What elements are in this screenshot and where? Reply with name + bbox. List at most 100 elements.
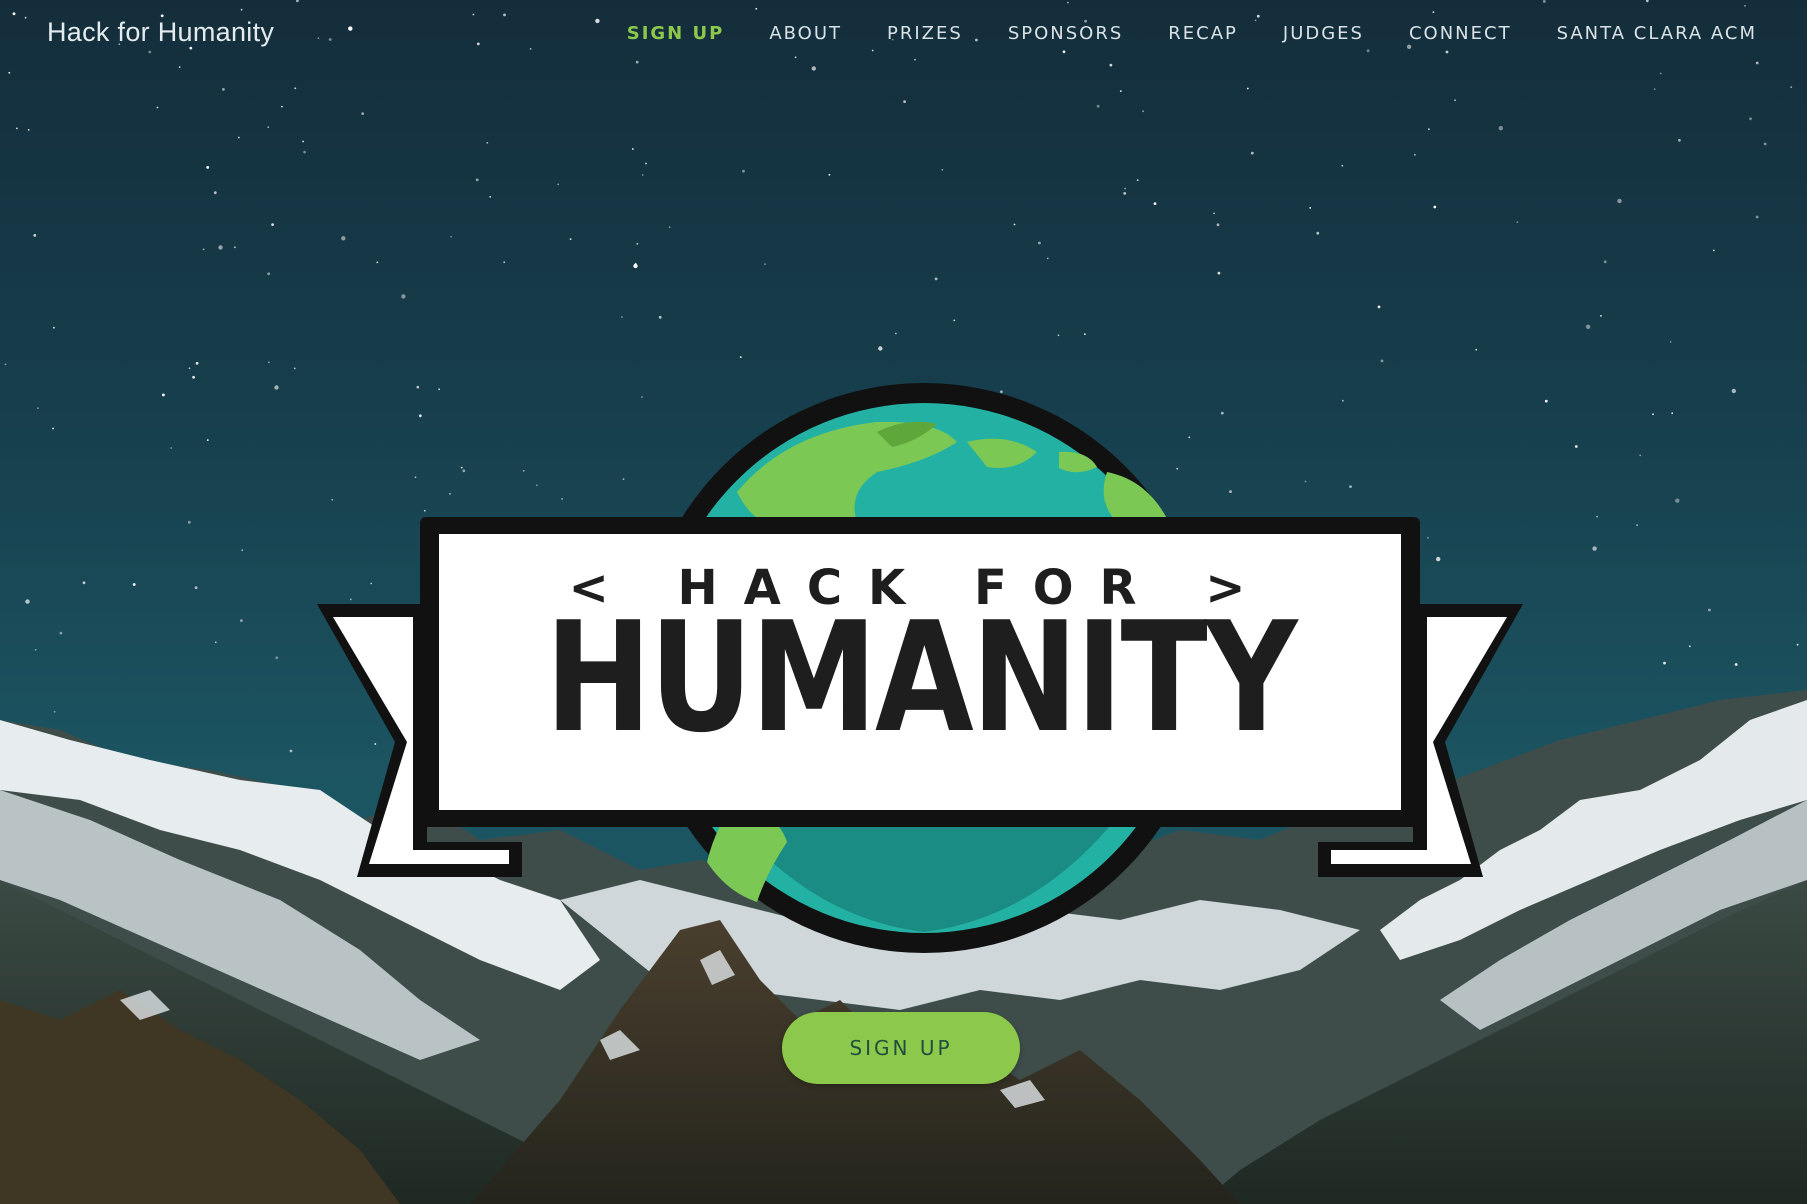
star	[668, 226, 671, 229]
star	[1544, 399, 1548, 403]
nav-item-judges[interactable]: JUDGES	[1283, 23, 1364, 44]
star	[267, 272, 271, 276]
sign-up-button[interactable]: SIGN UP	[782, 1012, 1020, 1084]
star	[271, 223, 274, 227]
star	[222, 88, 225, 91]
star	[1675, 498, 1680, 503]
star	[275, 656, 279, 660]
star	[1498, 126, 1504, 131]
star	[194, 586, 198, 590]
hero-section: Hack for Humanity SIGN UP ABOUT PRIZES S…	[0, 0, 1807, 1204]
star	[1341, 164, 1344, 167]
star	[1217, 271, 1221, 275]
star	[213, 191, 217, 195]
nav-item-santa-clara-acm[interactable]: SANTA CLARA ACM	[1557, 23, 1757, 44]
star	[1585, 324, 1591, 329]
logo-humanity-text: HUMANITY	[544, 589, 1298, 766]
top-navigation: Hack for Humanity SIGN UP ABOUT PRIZES S…	[0, 0, 1807, 74]
nav-item-recap[interactable]: RECAP	[1168, 23, 1238, 44]
star	[1669, 341, 1672, 343]
brand-logo-text[interactable]: Hack for Humanity	[47, 17, 274, 48]
star	[52, 427, 54, 430]
star	[1678, 138, 1681, 142]
nav-item-prizes[interactable]: PRIZES	[887, 23, 963, 44]
hack-for-humanity-emblem: < HACK FOR > HUMANITY	[317, 372, 1523, 972]
star	[1428, 128, 1430, 131]
star	[1057, 334, 1060, 337]
star	[1688, 645, 1691, 648]
star	[1600, 315, 1602, 317]
star	[621, 316, 623, 318]
star	[1639, 454, 1642, 457]
star	[1246, 87, 1249, 90]
nav-item-sponsors[interactable]: SPONSORS	[1008, 23, 1123, 44]
star	[1250, 151, 1254, 155]
star	[934, 277, 938, 281]
star	[1617, 198, 1622, 204]
star	[489, 196, 492, 198]
star	[1123, 192, 1127, 195]
star	[37, 407, 39, 410]
star	[641, 174, 644, 176]
star	[1596, 515, 1598, 518]
star	[1119, 90, 1122, 92]
nav-item-connect[interactable]: CONNECT	[1409, 23, 1512, 44]
star	[742, 169, 745, 173]
star	[1216, 223, 1220, 227]
star	[4, 363, 7, 366]
star	[170, 447, 173, 449]
star	[1475, 348, 1478, 351]
star	[1652, 413, 1654, 416]
nav-item-sign-up[interactable]: SIGN UP	[627, 23, 725, 44]
star	[878, 346, 883, 351]
star	[401, 294, 406, 299]
star	[240, 619, 243, 622]
star	[1796, 643, 1799, 646]
star	[1433, 205, 1437, 209]
star	[739, 356, 742, 358]
star	[218, 245, 223, 250]
star	[1142, 110, 1144, 113]
star	[1136, 179, 1139, 182]
star	[1038, 241, 1041, 245]
star	[214, 641, 217, 644]
star	[903, 100, 906, 103]
star	[237, 136, 240, 139]
star	[241, 549, 244, 552]
nav-item-about[interactable]: ABOUT	[769, 23, 842, 44]
star	[645, 162, 647, 165]
star	[16, 127, 18, 130]
star	[1663, 661, 1666, 665]
star	[941, 169, 944, 171]
star	[202, 248, 205, 251]
star	[569, 238, 572, 241]
star	[1671, 412, 1674, 415]
star	[361, 112, 365, 115]
star	[634, 262, 637, 265]
star	[1516, 221, 1519, 224]
star	[1213, 212, 1215, 215]
star	[1603, 260, 1607, 264]
star	[1790, 86, 1793, 88]
star	[274, 385, 279, 390]
star	[1316, 231, 1320, 235]
star	[764, 263, 766, 266]
star	[281, 105, 283, 108]
star	[53, 710, 56, 713]
star	[486, 142, 489, 144]
star	[162, 393, 165, 397]
star	[1653, 88, 1656, 90]
star	[450, 235, 452, 238]
star	[289, 749, 293, 753]
star	[1763, 142, 1767, 146]
star	[206, 439, 209, 441]
star	[1414, 153, 1416, 156]
star	[1734, 663, 1738, 666]
star	[503, 261, 506, 264]
star	[636, 243, 639, 245]
star	[234, 246, 236, 249]
star	[53, 326, 55, 329]
star	[188, 367, 191, 370]
star	[1574, 445, 1578, 448]
star	[1013, 223, 1016, 226]
